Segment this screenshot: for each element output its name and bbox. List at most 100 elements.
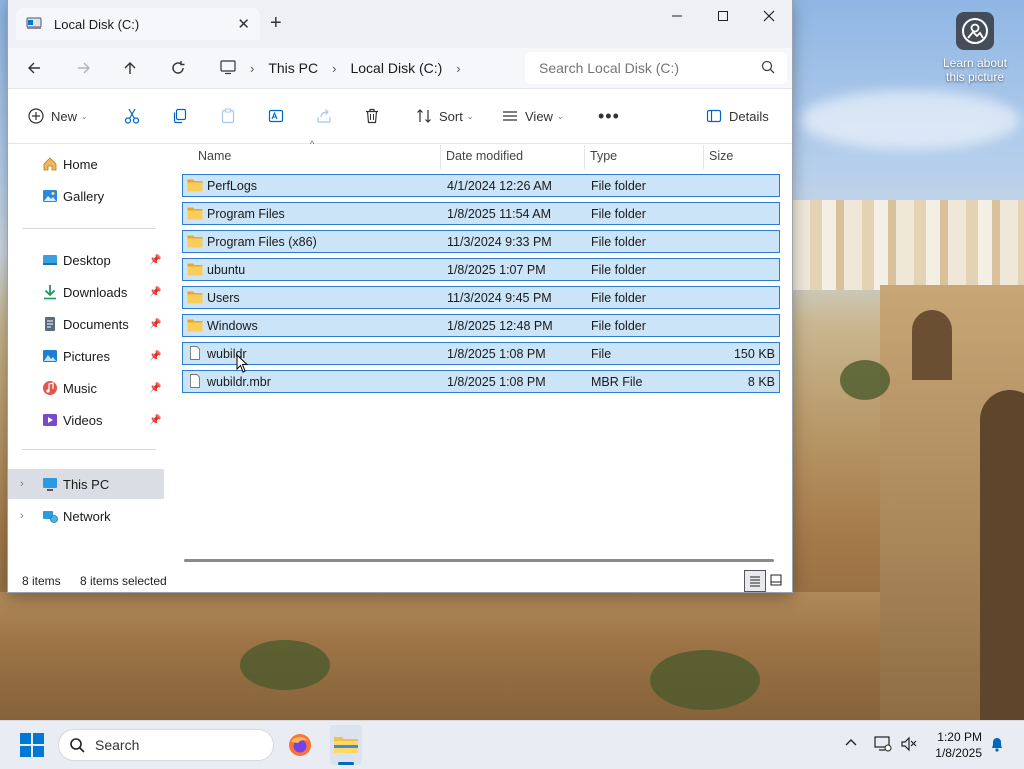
- details-view-icon[interactable]: [744, 570, 766, 592]
- sidebar-divider: [22, 449, 156, 450]
- sidebar-label: Videos: [63, 412, 103, 428]
- breadcrumb: › This PC › Local Disk (C:) ›: [220, 54, 475, 82]
- forward-arrow-icon[interactable]: [70, 54, 98, 82]
- column-header-type[interactable]: Type: [590, 143, 617, 169]
- sidebar-item-music[interactable]: Music 📌: [8, 373, 164, 403]
- pin-icon[interactable]: 📌: [149, 319, 161, 330]
- breadcrumb-this-pc[interactable]: This PC: [268, 60, 318, 76]
- pin-icon[interactable]: 📌: [149, 383, 161, 394]
- file-row[interactable]: Users 11/3/2024 9:45 PM File folder: [182, 286, 780, 309]
- taskbar-search[interactable]: Search: [58, 729, 274, 761]
- sidebar-item-network[interactable]: › Network: [8, 501, 164, 531]
- gallery-icon: [42, 188, 58, 204]
- file-name: wubildr.mbr: [207, 375, 271, 389]
- sidebar-label: Gallery: [63, 188, 105, 204]
- sidebar-item-home[interactable]: Home: [8, 149, 164, 179]
- navigation-pane: Home Gallery Desktop 📌 Downloads 📌 Docum…: [8, 143, 164, 568]
- view-label: View: [525, 108, 553, 124]
- plus-circle-icon: [28, 108, 44, 124]
- sidebar-item-documents[interactable]: Documents 📌: [8, 309, 164, 339]
- column-header-name[interactable]: Name: [198, 143, 231, 169]
- pin-icon[interactable]: 📌: [149, 415, 161, 426]
- chevron-right-icon[interactable]: ›: [20, 478, 24, 490]
- search-icon[interactable]: [761, 60, 775, 77]
- file-row[interactable]: ubuntu 1/8/2025 1:07 PM File folder: [182, 258, 780, 281]
- file-icon: [187, 346, 203, 360]
- sidebar-divider: [22, 228, 156, 229]
- view-button[interactable]: View ⌄: [502, 103, 564, 129]
- paste-button[interactable]: [220, 103, 236, 129]
- file-row[interactable]: Windows 1/8/2025 12:48 PM File folder: [182, 314, 780, 337]
- pin-icon[interactable]: 📌: [149, 351, 161, 362]
- sidebar-item-desktop[interactable]: Desktop 📌: [8, 245, 164, 275]
- file-row[interactable]: Program Files (x86) 11/3/2024 9:33 PM File…: [182, 230, 780, 253]
- column-divider[interactable]: [584, 145, 585, 169]
- rename-button[interactable]: [268, 103, 284, 129]
- pin-icon[interactable]: 📌: [149, 287, 161, 298]
- trash-icon: [366, 108, 378, 124]
- column-divider[interactable]: [440, 145, 441, 169]
- file-explorer-taskbar-button[interactable]: [330, 725, 362, 765]
- column-header-size[interactable]: Size: [709, 143, 733, 169]
- cut-button[interactable]: [124, 103, 140, 129]
- column-divider[interactable]: [703, 145, 704, 169]
- details-button[interactable]: Details: [706, 103, 769, 129]
- maximize-icon[interactable]: [700, 0, 746, 32]
- refresh-icon[interactable]: [164, 54, 192, 82]
- chevron-right-icon[interactable]: ›: [20, 510, 24, 522]
- close-icon[interactable]: [746, 0, 792, 32]
- new-button[interactable]: New ⌄: [28, 103, 88, 129]
- music-icon: [42, 380, 58, 396]
- sidebar-label: Home: [63, 156, 98, 172]
- clipboard-icon: [221, 108, 235, 124]
- file-row[interactable]: Program Files 1/8/2025 11:54 AM File folde…: [182, 202, 780, 225]
- search-box[interactable]: [525, 52, 787, 84]
- sidebar-item-videos[interactable]: Videos 📌: [8, 405, 164, 435]
- delete-button[interactable]: [364, 103, 380, 129]
- more-options-icon[interactable]: •••: [598, 103, 620, 129]
- monitor-icon: [42, 476, 58, 492]
- firefox-icon[interactable]: [288, 733, 312, 760]
- search-input[interactable]: [537, 59, 751, 77]
- notification-bell-icon[interactable]: [990, 736, 1004, 755]
- minimize-icon[interactable]: [654, 0, 700, 32]
- file-type: File folder: [591, 319, 646, 333]
- file-row[interactable]: wubildr 1/8/2025 1:08 PM File 150 KB: [182, 342, 780, 365]
- chevron-up-icon[interactable]: [844, 735, 858, 752]
- file-date-modified: 1/8/2025 1:08 PM: [447, 375, 546, 389]
- chevron-right-icon[interactable]: ›: [456, 61, 460, 76]
- tab-local-disk[interactable]: Local Disk (C:) ✕: [16, 8, 260, 40]
- horizontal-scrollbar[interactable]: [184, 559, 774, 562]
- new-tab-icon[interactable]: +: [270, 12, 282, 35]
- copy-button[interactable]: [172, 103, 188, 129]
- tab-close-icon[interactable]: ✕: [237, 15, 250, 33]
- up-arrow-icon[interactable]: [116, 54, 144, 82]
- copy-icon: [173, 108, 187, 124]
- tiles-view-icon[interactable]: [766, 570, 786, 590]
- learn-about-picture[interactable]: Learn about this picture: [938, 12, 1012, 84]
- breadcrumb-local-disk[interactable]: Local Disk (C:): [350, 60, 442, 76]
- share-button[interactable]: [316, 103, 332, 129]
- file-icon: [187, 374, 203, 388]
- clock[interactable]: 1:20 PM 1/8/2025: [926, 729, 982, 761]
- sidebar-item-this-pc[interactable]: › This PC: [8, 469, 164, 499]
- file-explorer-window: Local Disk (C:) ✕ + › This PC › Local Di…: [8, 0, 792, 592]
- folder-icon: [187, 206, 203, 220]
- file-row[interactable]: wubildr.mbr 1/8/2025 1:08 PM MBR File 8 KB: [182, 370, 780, 393]
- sidebar-item-gallery[interactable]: Gallery: [8, 181, 164, 211]
- sort-button[interactable]: Sort ⌄: [416, 103, 474, 129]
- document-icon: [42, 316, 58, 332]
- file-name: Users: [207, 291, 240, 305]
- pin-icon[interactable]: 📌: [149, 255, 161, 266]
- sidebar-item-downloads[interactable]: Downloads 📌: [8, 277, 164, 307]
- volume-muted-icon[interactable]: [900, 735, 918, 756]
- chevron-right-icon[interactable]: ›: [332, 61, 336, 76]
- sidebar-item-pictures[interactable]: Pictures 📌: [8, 341, 164, 371]
- network-status-icon[interactable]: [874, 735, 892, 756]
- column-header-date[interactable]: Date modified: [446, 143, 523, 169]
- monitor-icon[interactable]: [220, 59, 236, 78]
- windows-start-icon[interactable]: [20, 733, 44, 760]
- back-arrow-icon[interactable]: [20, 54, 48, 82]
- chevron-right-icon[interactable]: ›: [250, 61, 254, 76]
- file-row[interactable]: PerfLogs 4/1/2024 12:26 AM File folder: [182, 174, 780, 197]
